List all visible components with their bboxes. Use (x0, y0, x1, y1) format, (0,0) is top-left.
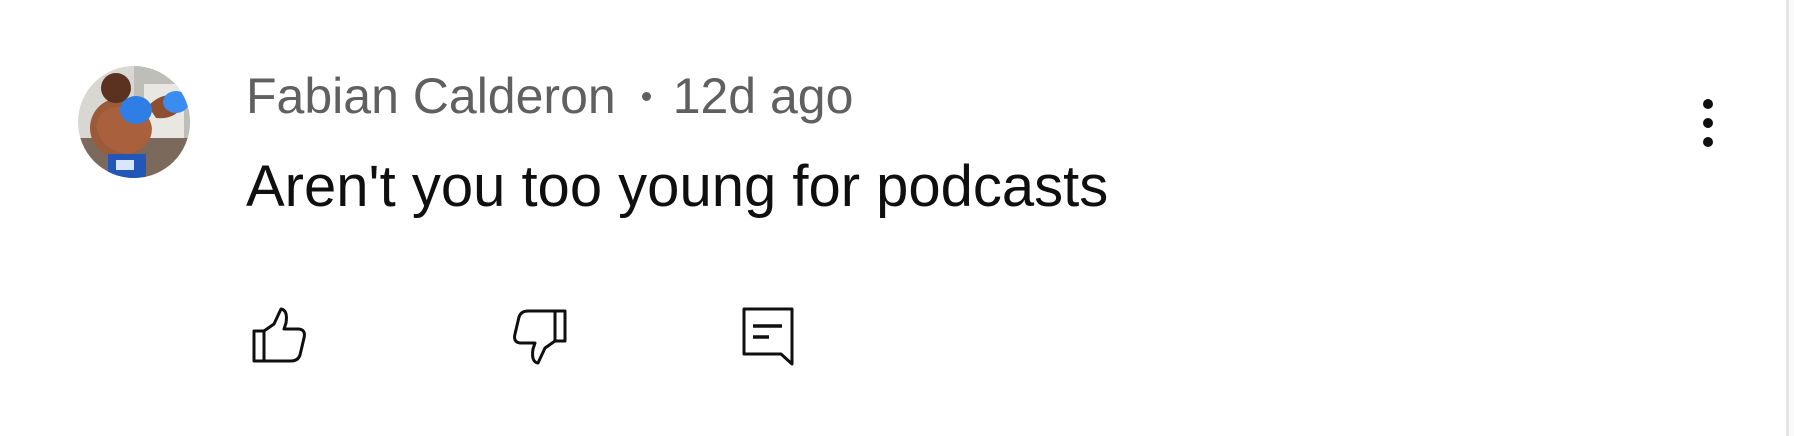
reply-button[interactable] (732, 300, 804, 372)
reply-comment-icon (742, 307, 794, 366)
avatar-image (78, 66, 190, 178)
dislike-button[interactable] (503, 300, 575, 372)
scrollbar[interactable] (1786, 0, 1794, 436)
author-name[interactable]: Fabian Calderon (246, 67, 616, 125)
comment-text: Aren't you too young for podcasts (246, 154, 1109, 219)
separator-dot (641, 91, 651, 101)
like-button[interactable] (244, 300, 316, 372)
more-options-button[interactable] (1686, 86, 1730, 158)
comment-time: 12d ago (672, 68, 854, 124)
thumb-up-icon (252, 307, 306, 363)
avatar[interactable] (78, 66, 190, 178)
more-vertical-icon (1703, 99, 1713, 147)
thumb-down-icon (513, 309, 567, 365)
comment-card: Fabian Calderon 12d ago Aren't you too y… (0, 0, 1794, 436)
comment-header: Fabian Calderon 12d ago (246, 66, 853, 126)
